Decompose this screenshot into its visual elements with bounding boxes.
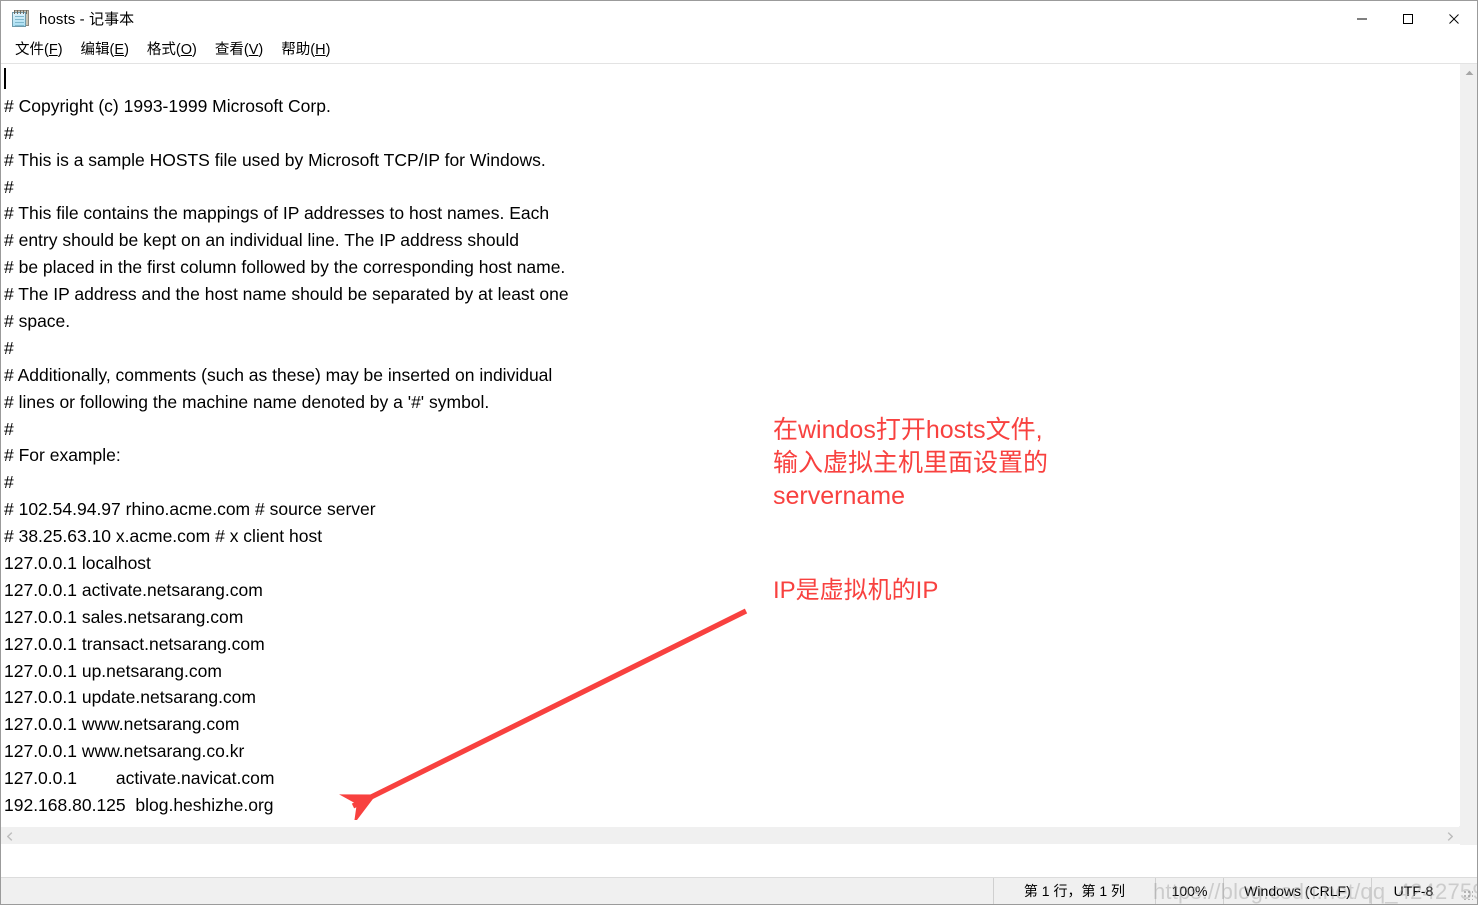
maximize-icon	[1403, 13, 1413, 24]
editor-line: 127.0.0.1 localhost	[4, 553, 151, 574]
editor-line: # entry should be kept on an individual …	[4, 230, 519, 251]
annotation-ip-note: IP是虚拟机的IP	[773, 577, 939, 604]
editor-line: # Additionally, comments (such as these)…	[4, 364, 553, 385]
horizontal-scrollbar[interactable]	[1, 826, 1459, 844]
editor-line: #	[4, 122, 14, 143]
editor-line: #	[4, 176, 14, 197]
status-cursor-position: 第 1 行，第 1 列	[993, 878, 1155, 904]
close-icon	[1449, 13, 1459, 24]
scroll-left-arrow-icon[interactable]	[1, 827, 19, 845]
menu-file-tail: )	[57, 42, 63, 58]
menu-file-mnemonic: F	[48, 42, 58, 58]
minimize-button[interactable]	[1339, 1, 1385, 36]
annotation-main-text: 在windos打开hosts文件, 输入虚拟主机里面设置的 servername	[773, 416, 1049, 510]
editor-line: # This file contains the mappings of IP …	[4, 203, 550, 224]
editor-line: 127.0.0.1 www.netsarang.com	[4, 714, 240, 735]
editor-line: #	[4, 472, 14, 493]
vertical-scrollbar[interactable]	[1459, 64, 1477, 845]
window-controls	[1339, 1, 1477, 36]
scrollbar-corner	[1459, 826, 1477, 844]
menu-view-text: 查看(	[214, 42, 249, 58]
editor-area: # Copyright (c) 1993-1999 Microsoft Corp…	[1, 63, 1477, 845]
menu-item-file[interactable]: 文件(F)	[6, 35, 72, 63]
menu-format-text: 格式(	[146, 42, 181, 58]
text-caret	[4, 68, 6, 89]
editor-line: # 38.25.63.10 x.acme.com # x client host	[4, 526, 323, 547]
editor-line: 127.0.0.1 update.netsarang.com	[4, 687, 256, 708]
editor-line: 127.0.0.1 sales.netsarang.com	[4, 606, 244, 627]
editor-line: #	[4, 418, 14, 439]
close-button[interactable]	[1431, 1, 1477, 36]
menu-file-text: 文件(	[15, 42, 49, 58]
editor-line: # This is a sample HOSTS file used by Mi…	[4, 149, 546, 170]
menu-view-tail: )	[258, 42, 264, 58]
text-editor[interactable]: # Copyright (c) 1993-1999 Microsoft Corp…	[1, 64, 1441, 845]
menu-format-tail: )	[192, 42, 197, 58]
menu-view-mnemonic: V	[248, 42, 259, 58]
editor-line: # space.	[4, 311, 71, 332]
editor-line: 127.0.0.1 transact.netsarang.com	[4, 633, 265, 654]
menu-bar: 文件(F) 编辑(E) 格式(O) 查看(V) 帮助(H)	[1, 36, 1477, 63]
editor-line: # Copyright (c) 1993-1999 Microsoft Corp…	[4, 95, 331, 116]
minimize-icon	[1357, 18, 1367, 19]
scroll-right-arrow-icon[interactable]	[1441, 827, 1459, 845]
menu-help-mnemonic: H	[315, 42, 326, 58]
editor-line: # The IP address and the host name shoul…	[4, 284, 569, 305]
scroll-up-arrow-icon[interactable]	[1460, 64, 1477, 82]
notepad-window: hosts - 记事本 文件(F) 编辑(E) 格式(O) 查看(V) 帮助(H…	[0, 0, 1478, 905]
maximize-button[interactable]	[1385, 1, 1431, 36]
editor-line: # 102.54.94.97 rhino.acme.com # source s…	[4, 499, 376, 520]
menu-format-mnemonic: O	[180, 42, 193, 58]
editor-line: # be placed in the first column followed…	[4, 257, 566, 278]
editor-line: 192.168.80.125 blog.heshizhe.org	[4, 795, 274, 816]
menu-edit-tail: )	[124, 42, 129, 58]
notepad-icon	[12, 9, 30, 28]
editor-line: 127.0.0.1 activate.navicat.com	[4, 768, 275, 789]
editor-line: 127.0.0.1 activate.netsarang.com	[4, 579, 263, 600]
editor-line: #	[4, 337, 14, 358]
editor-line: # For example:	[4, 445, 121, 466]
title-bar[interactable]: hosts - 记事本	[1, 1, 1477, 36]
window-title: hosts - 记事本	[39, 11, 135, 28]
editor-line: 127.0.0.1 www.netsarang.co.kr	[4, 741, 245, 762]
menu-item-help[interactable]: 帮助(H)	[272, 35, 339, 63]
menu-item-view[interactable]: 查看(V)	[206, 35, 272, 63]
menu-help-tail: )	[325, 42, 331, 58]
menu-item-format[interactable]: 格式(O)	[138, 35, 206, 63]
menu-help-text: 帮助(	[281, 42, 316, 58]
menu-edit-text: 编辑(	[80, 42, 115, 58]
watermark-text: https://blog.csdn.net/qq_42427594	[1153, 879, 1478, 904]
menu-item-edit[interactable]: 编辑(E)	[72, 35, 138, 63]
editor-line: # lines or following the machine name de…	[4, 391, 490, 412]
editor-line: 127.0.0.1 up.netsarang.com	[4, 660, 222, 681]
menu-edit-mnemonic: E	[114, 42, 125, 58]
